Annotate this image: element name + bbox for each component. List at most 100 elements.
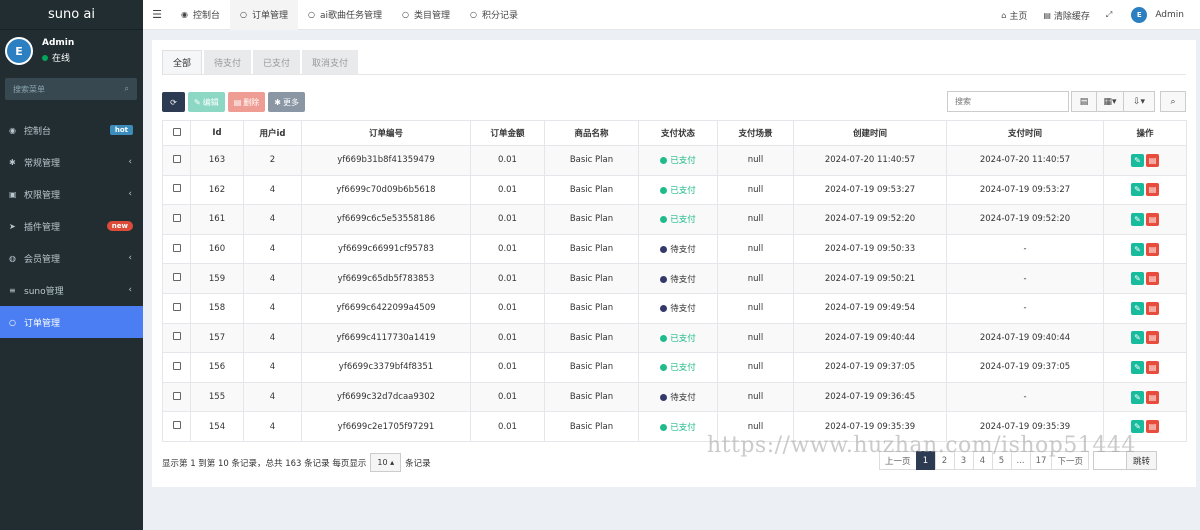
filter-tab-0[interactable]: 全部 [162,50,203,74]
column-header[interactable]: 支付时间 [946,120,1104,146]
cell-id: 154 [190,411,244,442]
row-checkbox[interactable] [162,263,191,294]
column-header[interactable]: 支付状态 [638,120,718,146]
cell-user_id: 4 [243,322,302,354]
row-delete-icon[interactable]: ▤ [1146,301,1159,315]
user-name: Admin [42,38,75,48]
sidebar-item-1[interactable]: ✱ 常规管理 ‹ [0,146,143,178]
row-checkbox[interactable] [162,204,191,235]
table-row[interactable]: 163 2 yf669b31b8f41359479 0.01 Basic Plan 已支付… [162,145,1187,176]
row-checkbox[interactable] [162,174,191,206]
cell-created: 2024-07-20 11:40:57 [793,145,947,176]
row-edit-icon[interactable]: ✎ [1131,272,1144,286]
cell-pay_time: 2024-07-19 09:53:27 [946,174,1104,206]
table-row[interactable]: 159 4 yf6699c65db5f783853 0.01 Basic Plan 待支付… [162,263,1187,294]
table-row[interactable]: 162 4 yf6699c70d09b6b5618 0.01 Basic Plan 已支付… [162,174,1187,206]
row-checkbox[interactable] [162,411,191,442]
select-all-checkbox[interactable] [162,120,191,146]
status-dot-icon [660,275,668,283]
row-edit-icon[interactable]: ✎ [1131,301,1144,315]
cell-pay_time: 2024-07-20 11:40:57 [946,145,1104,176]
filter-tab-1[interactable]: 待支付 [204,50,252,74]
row-checkbox[interactable] [162,322,191,354]
column-header[interactable]: 支付场景 [717,120,794,146]
advanced-search-button[interactable]: ⌕ [1160,91,1186,112]
row-delete-icon[interactable]: ▤ [1146,420,1159,434]
tab-3[interactable]: ○ 类目管理 [392,0,460,30]
cell-created: 2024-07-19 09:49:54 [793,292,947,324]
row-delete-icon[interactable]: ▤ [1146,183,1159,197]
filter-tab-2[interactable]: 已支付 [253,50,301,74]
row-delete-icon[interactable]: ▤ [1146,212,1159,226]
column-header[interactable]: 操作 [1103,120,1187,146]
row-edit-icon[interactable]: ✎ [1131,420,1144,434]
toggle-view-button[interactable]: ▤ [1071,91,1097,112]
row-edit-icon[interactable]: ✎ [1131,153,1144,167]
column-header[interactable]: 订单编号 [301,120,471,146]
row-edit-icon[interactable]: ✎ [1131,183,1144,197]
sidebar-item-2[interactable]: ▣ 权限管理 ‹ [0,178,143,210]
edit-button[interactable]: ✎ 编辑 [188,92,225,112]
export-button[interactable]: ⇩▾ [1123,91,1155,112]
delete-button[interactable]: ▤ 删除 [227,92,266,112]
sidebar-item-6[interactable]: ○ 订单管理 [0,306,143,338]
row-checkbox[interactable] [162,233,191,265]
menu-toggle-icon[interactable]: ☰ [143,8,171,21]
table-row[interactable]: 161 4 yf6699c6c5e53558186 0.01 Basic Plan 已支付… [162,204,1187,235]
status-badge: 已支付 [660,334,696,344]
table-search-input[interactable] [947,91,1069,112]
column-header[interactable]: 创建时间 [793,120,947,146]
sidebar-item-3[interactable]: ➤ 插件管理 new [0,210,143,242]
row-checkbox[interactable] [162,352,191,383]
column-header[interactable]: 商品名称 [544,120,639,146]
tab-1[interactable]: ○ 订单管理 [230,0,298,30]
sidebar-item-label: 控制台 [24,126,52,137]
clear-cache-button[interactable]: ▤ 清除缓存 [1035,9,1098,22]
cell-order_no: yf6699c4117730a1419 [301,322,471,354]
row-edit-icon[interactable]: ✎ [1131,390,1144,404]
column-header[interactable]: 订单金额 [470,120,545,146]
row-delete-icon[interactable]: ▤ [1146,272,1159,286]
columns-button[interactable]: ▦▾ [1096,91,1124,112]
fullscreen-button[interactable]: ⤢ [1098,10,1123,20]
app-logo[interactable]: suno ai [0,0,143,30]
row-edit-icon[interactable]: ✎ [1131,331,1144,345]
sidebar-item-0[interactable]: ◉ 控制台 hot [0,114,143,146]
table-row[interactable]: 157 4 yf6699c4117730a1419 0.01 Basic Plan 已支付… [162,322,1187,354]
status-badge: 已支付 [660,156,696,166]
table-row[interactable]: 158 4 yf6699c6422099a4509 0.01 Basic Plan 待支付… [162,292,1187,324]
row-delete-icon[interactable]: ▤ [1146,360,1159,374]
column-header[interactable]: Id [190,120,244,146]
page-size-dropdown[interactable]: 10 ▴ [370,453,402,472]
table-row[interactable]: 160 4 yf6699c66991cf95783 0.01 Basic Plan 待支付… [162,233,1187,265]
sidebar-search-input[interactable]: 搜索菜单 ⌕ [5,78,137,100]
tab-2[interactable]: ○ ai歌曲任务管理 [298,0,392,30]
row-edit-icon[interactable]: ✎ [1131,360,1144,374]
admin-menu[interactable]: E Admin [1123,7,1200,23]
refresh-button[interactable]: ⟳ [162,92,185,112]
column-header[interactable]: 用户id [243,120,302,146]
row-delete-icon[interactable]: ▤ [1146,390,1159,404]
list-view-icon: ▤ [1079,96,1089,107]
row-delete-icon[interactable]: ▤ [1146,331,1159,345]
cell-id: 157 [190,322,244,354]
home-link[interactable]: ⌂ 主页 [993,9,1035,22]
tab-0[interactable]: ◉ 控制台 [171,0,230,30]
pagination-info: 显示第 1 到第 10 条记录，总共 163 条记录 每页显示 10 ▴ 条记录 [162,453,431,472]
filter-tab-3[interactable]: 取消支付 [302,50,359,74]
row-delete-icon[interactable]: ▤ [1146,242,1159,256]
table-row[interactable]: 155 4 yf6699c32d7dcaa9302 0.01 Basic Plan 待支付… [162,381,1187,413]
row-checkbox[interactable] [162,145,191,176]
sidebar-item-label: suno管理 [24,286,64,297]
row-delete-icon[interactable]: ▤ [1146,153,1159,167]
tab-4[interactable]: ○ 积分记录 [460,0,528,30]
table-row[interactable]: 156 4 yf6699c3379bf4f8351 0.01 Basic Plan 已支付… [162,352,1187,383]
sidebar-item-5[interactable]: ≡ suno管理 ‹ [0,274,143,306]
row-checkbox[interactable] [162,292,191,324]
row-checkbox[interactable] [162,381,191,413]
more-button[interactable]: ✱ 更多 [268,92,305,112]
search-icon[interactable]: ⌕ [125,84,129,94]
sidebar-item-4[interactable]: ◍ 会员管理 ‹ [0,242,143,274]
row-edit-icon[interactable]: ✎ [1131,212,1144,226]
row-edit-icon[interactable]: ✎ [1131,242,1144,256]
